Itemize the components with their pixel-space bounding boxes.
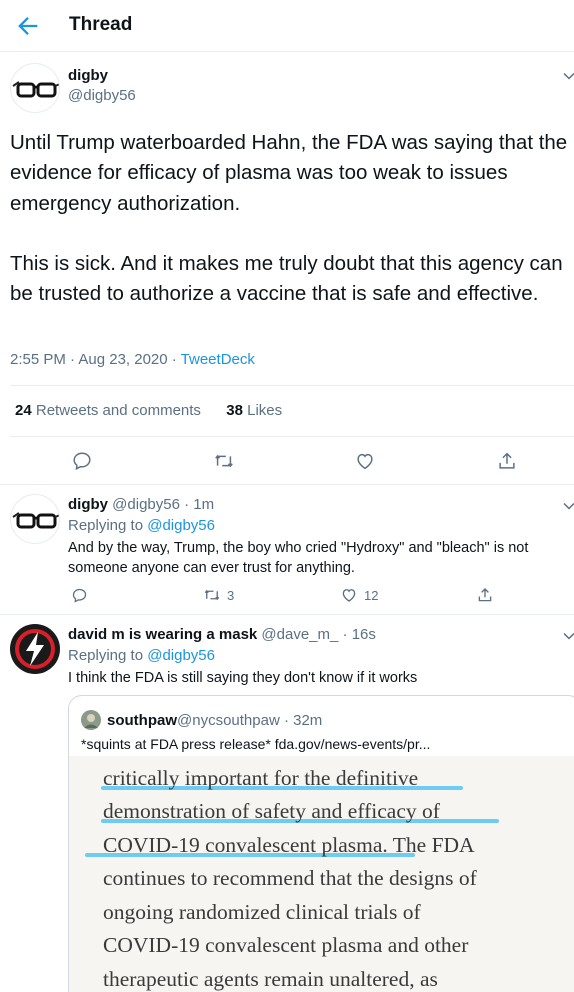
quote-text: *squints at FDA press release* fda.gov/n… bbox=[81, 736, 431, 752]
replying-to: Replying to @digby56 bbox=[68, 517, 215, 534]
image-text-line: therapeutic agents remain unaltered, as bbox=[103, 967, 438, 991]
replying-to-link[interactable]: @digby56 bbox=[147, 517, 215, 534]
divider bbox=[10, 436, 574, 437]
likes-stat[interactable]: 38 Likes bbox=[226, 402, 282, 419]
reply-action[interactable] bbox=[71, 586, 88, 604]
thread-header: Thread bbox=[0, 0, 574, 52]
image-text-line: continues to recommend that the designs … bbox=[103, 866, 477, 890]
like-action[interactable]: 12 bbox=[340, 586, 378, 604]
chevron-down-icon[interactable] bbox=[562, 69, 574, 83]
image-text-line: demonstration of safety and efficacy of bbox=[103, 799, 440, 823]
image-text-line: COVID-19 convalescent plasma and other bbox=[103, 933, 469, 957]
retweet-icon bbox=[204, 589, 220, 601]
author-name[interactable]: digby bbox=[68, 496, 108, 513]
tweet-text: Until Trump waterboarded Hahn, the FDA w… bbox=[10, 131, 568, 306]
divider bbox=[10, 385, 574, 386]
retweets-stat[interactable]: 24 Retweets and comments bbox=[15, 402, 201, 419]
retweet-icon[interactable] bbox=[213, 450, 235, 472]
avatar-icon bbox=[81, 710, 101, 730]
author-name[interactable]: digby bbox=[68, 67, 108, 84]
tweet-meta: 2:55 PM · Aug 23, 2020 · TweetDeck bbox=[10, 351, 255, 368]
author-handle[interactable]: @dave_m_ · 16s bbox=[257, 626, 375, 643]
like-icon[interactable] bbox=[354, 450, 376, 472]
reply-header: digby @digby56 · 1m bbox=[68, 496, 214, 513]
share-icon bbox=[478, 588, 492, 602]
reply-text: And by the way, Trump, the boy who cried… bbox=[68, 540, 529, 576]
reply-header: david m is wearing a mask @dave_m_ · 16s bbox=[68, 626, 376, 643]
tweet-source[interactable]: TweetDeck bbox=[181, 351, 255, 368]
share-action[interactable] bbox=[476, 586, 494, 604]
author-handle[interactable]: @digby56 · 1m bbox=[108, 496, 214, 513]
back-arrow-icon[interactable] bbox=[14, 12, 42, 40]
image-text-line: COVID-19 convalescent plasma. The FDA bbox=[103, 833, 475, 857]
reply-text: I think the FDA is still saying they don… bbox=[68, 670, 418, 686]
tweet-stats: 24 Retweets and comments 38 Likes bbox=[15, 402, 282, 419]
replying-to: Replying to @digby56 bbox=[68, 647, 215, 664]
divider bbox=[0, 614, 574, 615]
glasses-avatar-icon bbox=[12, 81, 59, 98]
avatar bbox=[81, 710, 101, 730]
avatar[interactable] bbox=[10, 63, 60, 113]
retweet-action[interactable]: 3 bbox=[203, 586, 234, 604]
page-title: Thread bbox=[69, 14, 133, 35]
glasses-avatar-icon bbox=[12, 512, 59, 529]
reply-icon bbox=[72, 588, 87, 603]
quote-image[interactable]: critically important for the definitive … bbox=[69, 756, 574, 992]
author-handle[interactable]: @digby56 bbox=[68, 87, 136, 104]
chevron-down-icon[interactable] bbox=[562, 629, 574, 643]
chevron-down-icon[interactable] bbox=[562, 499, 574, 513]
share-icon[interactable] bbox=[496, 450, 518, 472]
quote-author-handle: @nycsouthpaw · 32m bbox=[177, 711, 323, 729]
image-text-line: ongoing randomized clinical trials of bbox=[103, 900, 421, 924]
quote-author-name: southpaw bbox=[107, 711, 177, 729]
avatar[interactable] bbox=[10, 624, 60, 674]
reply-icon[interactable] bbox=[71, 450, 93, 472]
retweet-count: 3 bbox=[227, 587, 235, 603]
quote-header: southpaw @nycsouthpaw · 32m bbox=[81, 710, 322, 730]
divider bbox=[0, 484, 574, 485]
image-text-line: critically important for the definitive bbox=[103, 766, 419, 790]
like-icon bbox=[342, 589, 356, 602]
author-name[interactable]: david m is wearing a mask bbox=[68, 626, 257, 643]
quoted-tweet[interactable]: southpaw @nycsouthpaw · 32m *squints at … bbox=[68, 695, 574, 992]
replying-to-link[interactable]: @digby56 bbox=[147, 647, 215, 664]
tweet-time[interactable]: 2:55 PM · Aug 23, 2020 · bbox=[10, 351, 181, 368]
lightning-avatar-icon bbox=[15, 629, 55, 669]
like-count: 12 bbox=[364, 587, 379, 603]
avatar[interactable] bbox=[10, 494, 60, 544]
